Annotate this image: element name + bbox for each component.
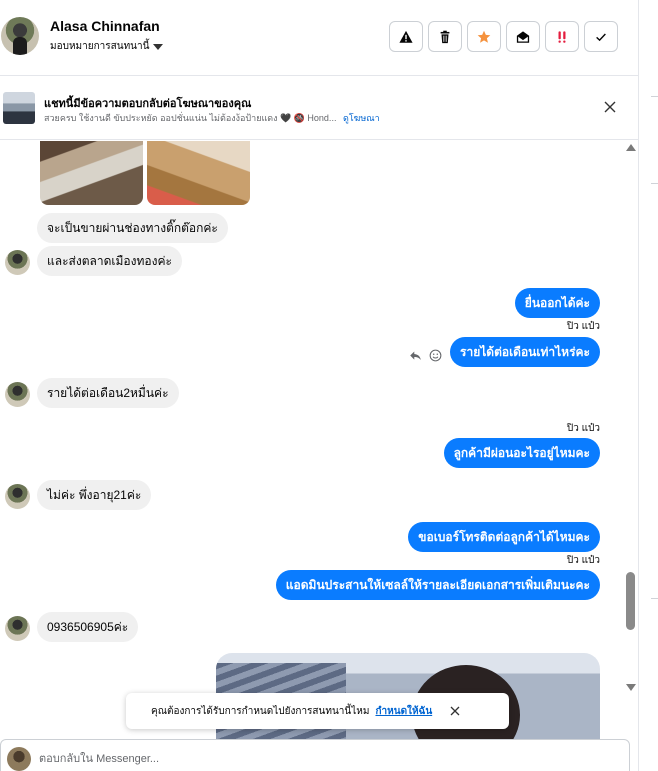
incoming-message[interactable]: รายได้ต่อเดือน2หมื่นค่ะ (37, 378, 179, 408)
follow-up-button[interactable] (545, 21, 579, 52)
scrollbar-thumb[interactable] (626, 572, 635, 630)
reply-input[interactable] (39, 749, 599, 769)
incoming-message[interactable]: 0936506905ค่ะ (37, 612, 139, 642)
ad-banner-title: แชทนี้มีข้อความตอบกลับต่อโฆษณาของคุณ (44, 98, 252, 110)
report-spam-button[interactable] (389, 21, 423, 52)
reply-icon[interactable] (409, 349, 422, 362)
check-icon (596, 33, 606, 41)
close-icon (450, 706, 460, 716)
ad-thumbnail[interactable] (3, 92, 35, 124)
edge-divider (651, 183, 658, 184)
ad-banner-subtitle: สวยครบ ใช้งานดี ขับประหยัด ออปชั่นแน่น ไ… (44, 111, 380, 125)
mark-unread-button[interactable] (506, 21, 540, 52)
warning-triangle-icon (399, 30, 413, 43)
thread-scrollbar[interactable] (622, 141, 638, 696)
scroll-up-arrow-icon[interactable] (626, 144, 636, 151)
incoming-message[interactable]: จะเป็นขายผ่านช่องทางติ๊กต๊อกค่ะ (37, 213, 228, 243)
seen-by-label: ปิว แป๋ว (566, 321, 600, 332)
contact-avatar-small (5, 484, 30, 509)
seen-by-label: ปิว แป๋ว (566, 555, 600, 566)
star-button[interactable] (467, 21, 501, 52)
ad-caption: สวยครบ ใช้งานดี ขับประหยัด ออปชั่นแน่น ไ… (44, 113, 337, 123)
page-avatar (7, 747, 31, 771)
message-photo[interactable] (40, 141, 143, 205)
star-icon (477, 30, 491, 43)
outgoing-message[interactable]: ลูกค้ามีผ่อนอะไรอยู่ไหมคะ (443, 438, 600, 468)
contact-avatar-small (5, 250, 30, 275)
outgoing-message[interactable]: ยื่นออกได้ค่ะ (514, 288, 600, 318)
contact-avatar[interactable] (1, 17, 39, 55)
chevron-down-icon (153, 43, 164, 50)
conversation-actions (389, 21, 618, 52)
trash-icon (440, 30, 450, 43)
assign-to-me-link[interactable]: กำหนดให้ฉัน (375, 704, 432, 719)
close-banner-button[interactable] (601, 98, 619, 116)
edge-divider (651, 598, 658, 599)
reply-composer (0, 739, 630, 771)
conversation-header: Alasa Chinnafan มอบหมายการสนทนานี้ (0, 0, 638, 76)
message-photo[interactable] (147, 141, 250, 205)
outgoing-message[interactable]: ขอเบอร์โทรติดต่อลูกค้าได้ไหมคะ (408, 522, 600, 552)
contact-avatar-small (5, 616, 30, 641)
ad-reply-banner: แชทนี้มีข้อความตอบกลับต่อโฆษณาของคุณ สวย… (0, 77, 638, 140)
right-edge-panel (638, 0, 658, 771)
outgoing-message[interactable]: รายได้ต่อเดือนเท่าไหร่คะ (450, 337, 600, 367)
assignment-toast: คุณต้องการได้รับการกำหนดไปยังการสนทนานี้… (126, 693, 509, 729)
double-exclamation-icon (558, 30, 566, 43)
seen-by-label: ปิว แป๋ว (566, 423, 600, 434)
assign-conversation-dropdown[interactable]: มอบหมายการสนทนานี้ (50, 39, 164, 54)
close-icon (604, 101, 616, 113)
delete-button[interactable] (428, 21, 462, 52)
edge-divider (651, 96, 658, 97)
message-thread[interactable]: จะเป็นขายผ่านช่องทางติ๊กต๊อกค่ะ และส่งตล… (0, 141, 622, 751)
toast-close-button[interactable] (448, 704, 462, 718)
assign-label: มอบหมายการสนทนานี้ (50, 41, 150, 52)
mark-done-button[interactable] (584, 21, 618, 52)
contact-name[interactable]: Alasa Chinnafan (50, 18, 160, 34)
message-tools (409, 349, 442, 362)
incoming-message[interactable]: และส่งตลาดเมืองทองค่ะ (37, 246, 182, 276)
incoming-message[interactable]: ไม่ค่ะ พึ่งอายุ21ค่ะ (37, 480, 152, 510)
outgoing-message[interactable]: แอดมินประสานให้เซลล์ให้รายละเอียดเอกสารเ… (275, 570, 600, 600)
contact-avatar-small (5, 382, 30, 407)
emoji-react-icon[interactable] (429, 349, 442, 362)
envelope-open-icon (516, 30, 530, 43)
scroll-down-arrow-icon[interactable] (626, 684, 636, 691)
view-ad-link[interactable]: ดูโฆษณา (343, 113, 380, 123)
toast-message: คุณต้องการได้รับการกำหนดไปยังการสนทนานี้… (151, 705, 370, 717)
